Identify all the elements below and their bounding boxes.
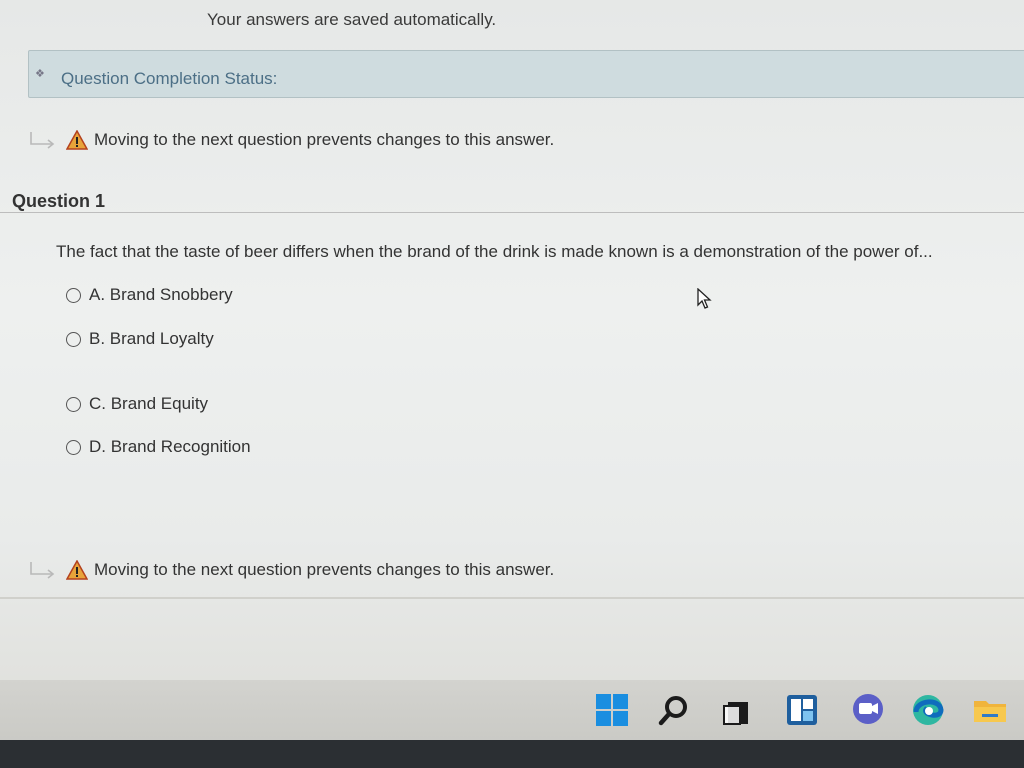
completion-status-label: Question Completion Status: xyxy=(61,69,278,88)
option-c[interactable]: C. Brand Equity xyxy=(66,394,208,414)
widgets-icon[interactable] xyxy=(784,692,820,728)
question-completion-status-bar[interactable]: ❖ Question Completion Status: xyxy=(28,50,1024,98)
warning-triangle-icon xyxy=(66,130,88,150)
file-explorer-icon[interactable] xyxy=(972,692,1008,728)
warning-bottom: Moving to the next question prevents cha… xyxy=(28,560,554,580)
chat-icon[interactable] xyxy=(850,692,886,728)
radio-option-b[interactable] xyxy=(66,331,81,347)
autosave-notice: Your answers are saved automatically. xyxy=(207,10,497,29)
task-view-icon[interactable] xyxy=(718,692,754,728)
content-bottom-edge xyxy=(0,597,1024,599)
arrow-indent-icon xyxy=(30,562,55,579)
collapse-toggle-icon[interactable]: ❖ xyxy=(35,67,45,80)
windows-start-icon[interactable] xyxy=(594,692,630,728)
option-d[interactable]: D. Brand Recognition xyxy=(66,437,251,457)
option-b-label: B. Brand Loyalty xyxy=(89,329,214,348)
option-a-label: A. Brand Snobbery xyxy=(89,285,233,304)
option-b[interactable]: B. Brand Loyalty xyxy=(66,329,214,349)
arrow-indent-icon xyxy=(30,132,55,149)
mouse-cursor-icon xyxy=(697,288,712,309)
warning-triangle-icon xyxy=(66,560,88,580)
question-title: Question 1 xyxy=(12,191,106,211)
question-text: The fact that the taste of beer differs … xyxy=(56,242,933,261)
radio-option-c[interactable] xyxy=(66,396,81,412)
warning-text-top: Moving to the next question prevents cha… xyxy=(94,130,555,149)
edge-browser-icon[interactable] xyxy=(910,692,946,728)
radio-option-d[interactable] xyxy=(66,439,81,455)
search-icon[interactable] xyxy=(656,692,692,728)
taskbar-bezel xyxy=(0,740,1024,768)
question-divider xyxy=(0,212,1024,213)
option-d-label: D. Brand Recognition xyxy=(89,437,251,456)
option-c-label: C. Brand Equity xyxy=(89,394,209,413)
radio-option-a[interactable] xyxy=(66,287,81,303)
warning-top: Moving to the next question prevents cha… xyxy=(28,130,554,150)
warning-text-bottom: Moving to the next question prevents cha… xyxy=(94,560,555,579)
option-a[interactable]: A. Brand Snobbery xyxy=(66,285,233,305)
quiz-page: Your answers are saved automatically. ❖ … xyxy=(0,0,1024,768)
